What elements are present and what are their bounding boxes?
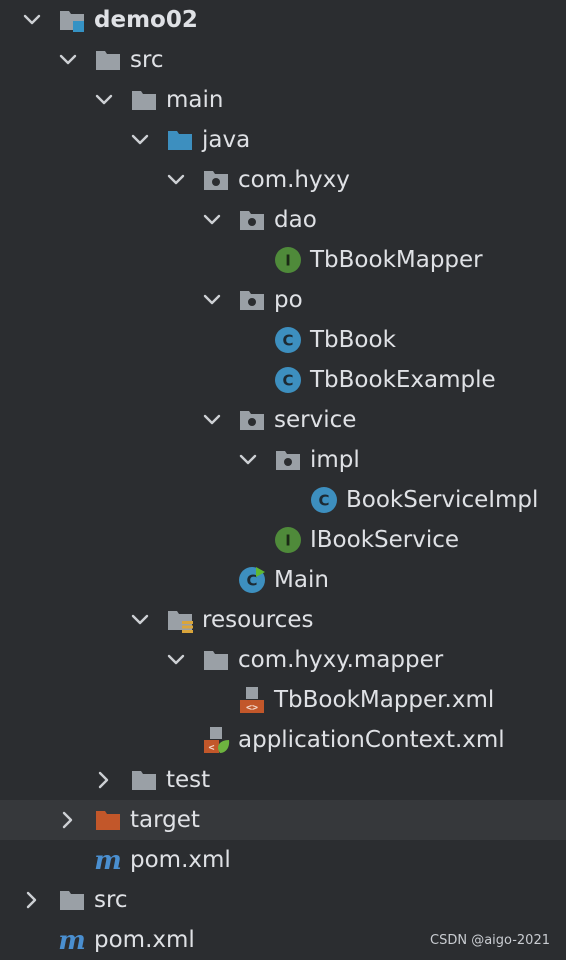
svg-text:C: C [282, 332, 293, 350]
tree-item-label: demo02 [94, 7, 198, 33]
chevron-down-icon[interactable] [56, 48, 80, 72]
tree-item-0[interactable]: demo02 [0, 0, 566, 40]
project-tree: demo02 src main java com.hyxy dao I TbBookMappe… [0, 0, 566, 960]
chevron-down-icon[interactable] [200, 288, 224, 312]
maven-icon: m [94, 846, 122, 876]
tree-item-label: resources [202, 607, 314, 633]
tree-item-20[interactable]: target [0, 800, 566, 840]
chevron-right-icon[interactable] [92, 768, 116, 792]
tree-item-label: java [202, 127, 251, 153]
tree-item-1[interactable]: src [0, 40, 566, 80]
tree-item-6[interactable]: I TbBookMapper [0, 240, 566, 280]
tree-item-label: TbBookMapper.xml [274, 687, 495, 713]
chevron-down-icon[interactable] [200, 408, 224, 432]
interface-icon: I [274, 246, 302, 274]
folder-icon [130, 86, 158, 114]
tree-item-19[interactable]: test [0, 760, 566, 800]
tree-item-label: BookServiceImpl [346, 487, 539, 513]
tree-item-label: Main [274, 567, 329, 593]
tree-item-label: applicationContext.xml [238, 727, 505, 753]
tree-item-2[interactable]: main [0, 80, 566, 120]
folder-icon [202, 646, 230, 674]
package-icon [202, 166, 230, 194]
tree-item-9[interactable]: C TbBookExample [0, 360, 566, 400]
tree-item-7[interactable]: po [0, 280, 566, 320]
xml-file-icon: <> [238, 686, 266, 714]
main-class-icon: C [238, 566, 266, 594]
svg-text:<>: <> [246, 703, 258, 714]
tree-item-22[interactable]: src [0, 880, 566, 920]
tree-item-3[interactable]: java [0, 120, 566, 160]
tree-item-8[interactable]: C TbBook [0, 320, 566, 360]
class-icon: C [274, 366, 302, 394]
tree-item-label: com.hyxy.mapper [238, 647, 444, 673]
svg-text:C: C [282, 372, 293, 390]
tree-item-label: test [166, 767, 211, 793]
package-icon [238, 206, 266, 234]
interface-icon: I [274, 526, 302, 554]
tree-item-11[interactable]: impl [0, 440, 566, 480]
tree-item-label: pom.xml [130, 847, 231, 873]
maven-icon: m [58, 926, 86, 956]
tree-item-12[interactable]: C BookServiceImpl [0, 480, 566, 520]
chevron-down-icon[interactable] [20, 8, 44, 32]
tree-item-label: IBookService [310, 527, 460, 553]
tree-item-label: TbBookExample [310, 367, 496, 393]
tree-item-21[interactable]: m pom.xml [0, 840, 566, 880]
svg-text:I: I [285, 252, 291, 270]
tree-item-label: pom.xml [94, 927, 195, 953]
tree-item-17[interactable]: <> TbBookMapper.xml [0, 680, 566, 720]
chevron-down-icon[interactable] [164, 168, 188, 192]
chevron-right-icon[interactable] [20, 888, 44, 912]
class-icon: C [310, 486, 338, 514]
tree-item-4[interactable]: com.hyxy [0, 160, 566, 200]
spring-xml-icon: < [202, 726, 230, 754]
watermark: CSDN @aigo-2021 [430, 933, 550, 948]
resources-folder-icon [166, 606, 194, 634]
module-folder-icon [58, 6, 86, 34]
package-icon [238, 406, 266, 434]
folder-icon [94, 46, 122, 74]
tree-item-18[interactable]: < applicationContext.xml [0, 720, 566, 760]
tree-item-15[interactable]: resources [0, 600, 566, 640]
tree-item-14[interactable]: C Main [0, 560, 566, 600]
tree-item-5[interactable]: dao [0, 200, 566, 240]
tree-item-label: main [166, 87, 224, 113]
tree-item-label: dao [274, 207, 317, 233]
tree-item-16[interactable]: com.hyxy.mapper [0, 640, 566, 680]
tree-item-13[interactable]: I IBookService [0, 520, 566, 560]
chevron-down-icon[interactable] [128, 608, 152, 632]
svg-text:I: I [285, 532, 291, 550]
svg-text:m: m [58, 926, 86, 954]
svg-text:C: C [246, 572, 257, 590]
excluded-folder-icon [94, 806, 122, 834]
package-icon [274, 446, 302, 474]
chevron-down-icon[interactable] [236, 448, 260, 472]
chevron-down-icon[interactable] [200, 208, 224, 232]
svg-text:m: m [94, 846, 122, 874]
tree-item-label: po [274, 287, 303, 313]
chevron-down-icon[interactable] [92, 88, 116, 112]
chevron-down-icon[interactable] [164, 648, 188, 672]
tree-item-10[interactable]: service [0, 400, 566, 440]
source-folder-icon [166, 126, 194, 154]
tree-item-label: TbBook [310, 327, 396, 353]
chevron-down-icon[interactable] [128, 128, 152, 152]
folder-icon [58, 886, 86, 914]
tree-item-label: target [130, 807, 200, 833]
class-icon: C [274, 326, 302, 354]
tree-item-label: service [274, 407, 357, 433]
tree-item-label: com.hyxy [238, 167, 350, 193]
folder-icon [130, 766, 158, 794]
chevron-right-icon[interactable] [56, 808, 80, 832]
tree-item-label: TbBookMapper [310, 247, 483, 273]
tree-item-label: src [130, 47, 164, 73]
tree-item-label: impl [310, 447, 360, 473]
tree-item-label: src [94, 887, 128, 913]
svg-text:C: C [318, 492, 329, 510]
svg-text:<: < [208, 743, 214, 754]
package-icon [238, 286, 266, 314]
